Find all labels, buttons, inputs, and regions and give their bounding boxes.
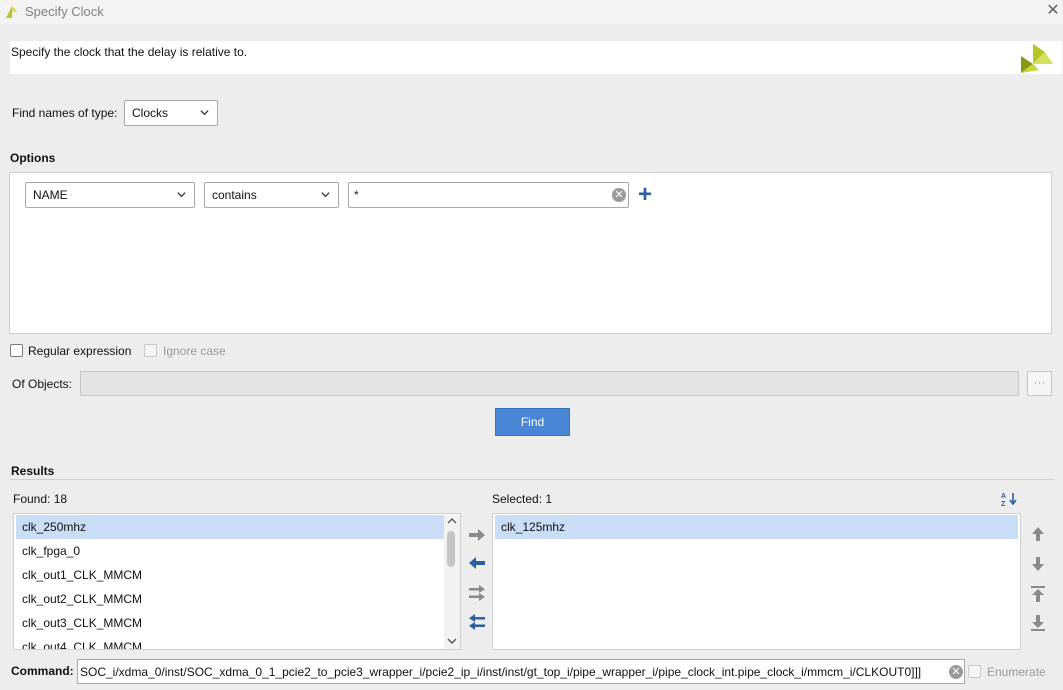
xilinx-logo (1021, 44, 1053, 73)
svg-text:Z: Z (1001, 501, 1006, 507)
sort-az-icon[interactable]: A Z (1000, 491, 1018, 507)
svg-text:A: A (1001, 493, 1006, 500)
move-up-icon[interactable] (1029, 524, 1047, 544)
browse-objects-button[interactable]: ··· (1027, 371, 1052, 396)
list-item[interactable]: clk_out3_CLK_MMCM (16, 611, 445, 635)
list-item[interactable]: clk_125mhz (495, 515, 1018, 539)
description-text: Specify the clock that the delay is rela… (11, 45, 248, 59)
enumerate-checkbox[interactable] (968, 665, 981, 678)
options-heading: Options (10, 151, 56, 165)
close-icon[interactable]: ✕ (1044, 2, 1062, 20)
list-item[interactable]: clk_out1_CLK_MMCM (16, 563, 445, 587)
move-left-icon[interactable] (466, 553, 488, 573)
find-type-label: Find names of type: (12, 106, 118, 120)
selected-list[interactable]: clk_125mhz (492, 513, 1021, 650)
operator-value: contains (212, 188, 257, 202)
title-bar (0, 0, 1063, 24)
pattern-input[interactable]: * (348, 182, 629, 208)
move-to-top-icon[interactable] (1029, 584, 1047, 604)
of-objects-field[interactable] (80, 371, 1019, 396)
list-item[interactable]: clk_250mhz (16, 515, 445, 539)
regular-expression-checkbox[interactable] (10, 344, 23, 357)
window-title: Specify Clock (25, 4, 104, 19)
clear-command-icon[interactable]: ✕ (949, 665, 963, 679)
results-heading: Results (11, 464, 55, 478)
selected-count: Selected: 1 (492, 492, 553, 506)
find-type-dropdown[interactable]: Clocks (124, 100, 218, 126)
add-criteria-icon[interactable]: + (638, 183, 652, 207)
find-button[interactable]: Find (495, 408, 570, 436)
clear-icon[interactable]: ✕ (612, 188, 626, 202)
list-item[interactable]: clk_out4_CLK_MMCM (16, 635, 445, 649)
chevron-up-icon[interactable] (446, 516, 458, 526)
enumerate-label: Enumerate (987, 665, 1046, 679)
chevron-down-icon (177, 192, 186, 198)
list-item[interactable]: clk_fpga_0 (16, 539, 445, 563)
command-label: Command: (11, 664, 74, 678)
results-divider (10, 479, 1053, 480)
move-right-icon[interactable] (466, 525, 488, 545)
xilinx-logo-icon (6, 6, 18, 18)
property-dropdown[interactable]: NAME (25, 182, 195, 208)
found-count: Found: 18 (13, 492, 68, 506)
chevron-down-icon[interactable] (446, 636, 458, 646)
regular-expression-label[interactable]: Regular expression (28, 344, 131, 358)
command-text: SOC_i/xdma_0/inst/SOC_xdma_0_1_pcie2_to_… (80, 665, 922, 679)
chevron-down-icon (321, 192, 330, 198)
property-value: NAME (33, 188, 68, 202)
scrollbar-thumb[interactable] (447, 531, 455, 567)
list-item[interactable]: clk_out2_CLK_MMCM (16, 587, 445, 611)
operator-dropdown[interactable]: contains (204, 182, 339, 208)
ignore-case-label: Ignore case (163, 344, 226, 358)
move-to-bottom-icon[interactable] (1029, 613, 1047, 633)
of-objects-label: Of Objects: (12, 377, 73, 391)
move-all-right-icon[interactable] (466, 583, 488, 603)
move-all-left-icon[interactable] (466, 612, 488, 632)
ignore-case-checkbox[interactable] (144, 344, 157, 357)
command-field[interactable]: SOC_i/xdma_0/inst/SOC_xdma_0_1_pcie2_to_… (77, 659, 965, 684)
find-type-value: Clocks (132, 106, 169, 120)
found-list[interactable]: clk_250mhz clk_fpga_0 clk_out1_CLK_MMCM … (13, 513, 461, 650)
move-down-icon[interactable] (1029, 554, 1047, 574)
pattern-value: * (354, 188, 359, 202)
chevron-down-icon (200, 110, 209, 116)
